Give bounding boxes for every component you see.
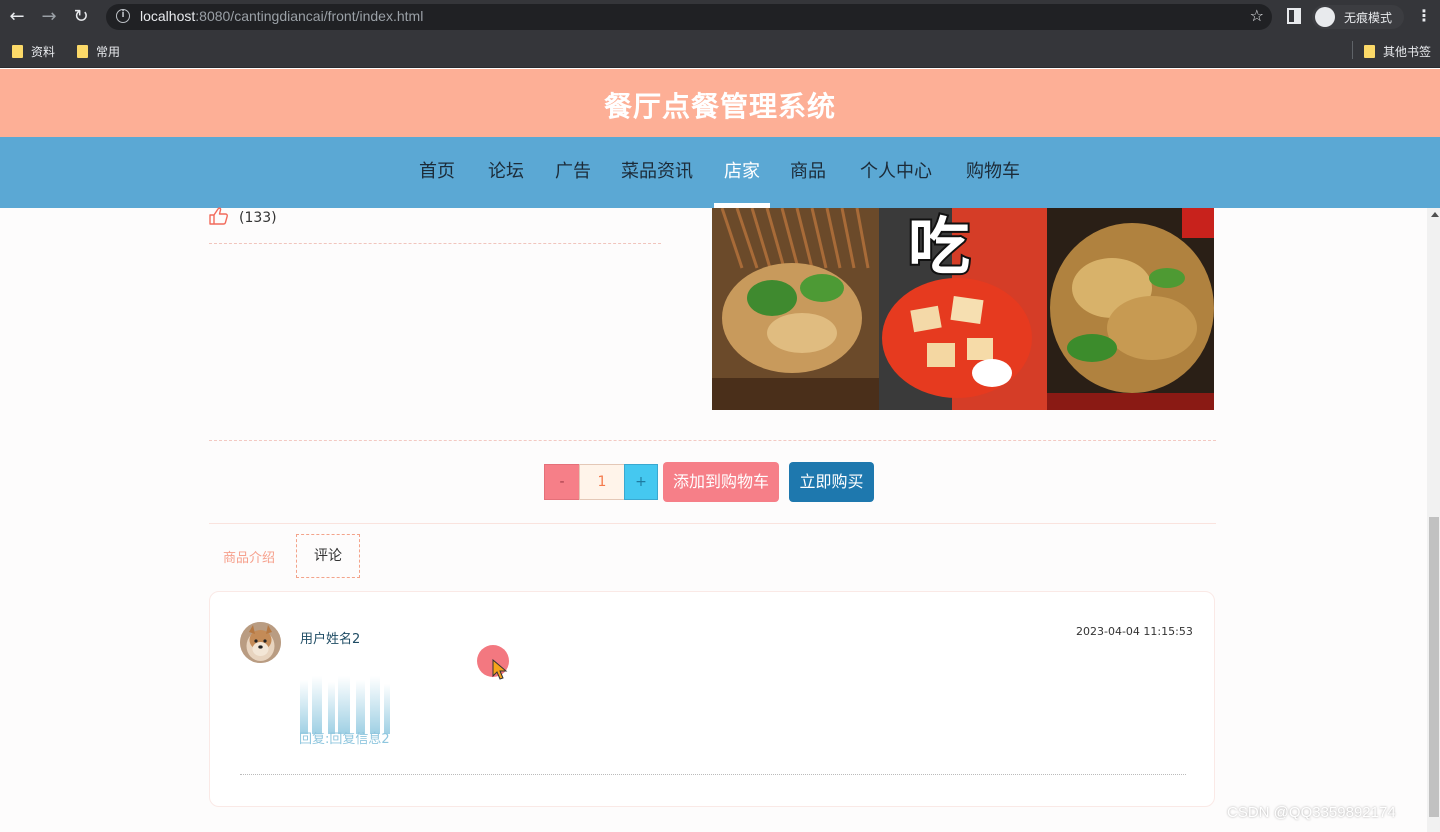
divider (209, 243, 661, 244)
scrollbar-thumb[interactable] (1429, 517, 1439, 817)
main-nav: 首页 论坛 广告 菜品资讯 店家 商品 个人中心 购物车 (0, 137, 1440, 208)
back-icon[interactable]: ← (6, 6, 28, 28)
quantity-increase-button[interactable]: + (624, 464, 658, 500)
thumbs-up-icon[interactable] (209, 207, 229, 225)
watermark: CSDN @QQ3359892174 (1227, 804, 1396, 821)
like-count: (133) (239, 210, 277, 226)
reload-icon[interactable]: ↻ (70, 6, 92, 28)
add-to-cart-button[interactable]: 添加到购物车 (663, 462, 779, 502)
nav-cart[interactable]: 购物车 (966, 157, 1020, 183)
bookmark-ziliao[interactable]: 资料 (12, 43, 55, 60)
bookmark-changyong[interactable]: 常用 (77, 43, 120, 60)
folder-icon (77, 45, 88, 58)
divider (209, 523, 1216, 524)
buy-now-button[interactable]: 立即购买 (789, 462, 874, 502)
divider (240, 774, 1186, 775)
review-timestamp: 2023-04-04 11:15:53 (1076, 625, 1193, 638)
scroll-up-icon[interactable] (1431, 212, 1439, 217)
bookmark-star-icon[interactable]: ☆ (1250, 6, 1264, 25)
nav-profile[interactable]: 个人中心 (860, 157, 932, 183)
incognito-icon (1315, 7, 1335, 27)
nav-dish-news[interactable]: 菜品资讯 (621, 157, 693, 183)
image-text: 吃 (908, 210, 970, 283)
avatar (240, 622, 281, 663)
site-title: 餐厅点餐管理系统 (603, 90, 836, 123)
browser-toolbar: ← → ↻ i localhost:8080/cantingdiancai/fr… (0, 0, 1440, 34)
mouse-cursor-icon (492, 659, 508, 680)
nav-ads[interactable]: 广告 (555, 157, 591, 183)
browser-menu-icon[interactable]: ⋮ (1416, 6, 1432, 25)
nav-forum[interactable]: 论坛 (488, 157, 524, 183)
nav-home[interactable]: 首页 (419, 157, 455, 183)
nav-shop[interactable]: 店家 (724, 157, 760, 183)
review-username: 用户姓名2 (300, 632, 361, 647)
folder-icon (1364, 45, 1375, 58)
incognito-label: 无痕模式 (1344, 11, 1393, 25)
review-reply: 回复:回复信息2 (299, 732, 390, 747)
forward-icon[interactable]: → (38, 6, 60, 28)
url-text[interactable]: localhost:8080/cantingdiancai/front/inde… (140, 8, 423, 24)
tab-reviews[interactable]: 评论 (296, 534, 360, 578)
nav-products[interactable]: 商品 (790, 157, 826, 183)
reply-image (300, 676, 390, 734)
site-header: 餐厅点餐管理系统 (0, 69, 1440, 137)
folder-icon (12, 45, 23, 58)
incognito-badge[interactable]: 无痕模式 (1312, 5, 1404, 29)
site-info-icon[interactable]: i (116, 9, 130, 23)
quantity-decrease-button[interactable]: - (544, 464, 580, 500)
bookmark-other[interactable]: 其他书签 (1364, 43, 1431, 60)
side-panel-icon[interactable] (1287, 8, 1301, 24)
product-image: 吃 (712, 208, 1214, 410)
divider (209, 440, 1216, 441)
address-bar[interactable]: i localhost:8080/cantingdiancai/front/in… (106, 4, 1272, 30)
bookmark-divider (1352, 41, 1353, 59)
bookmarks-bar: 资料 常用 其他书签 (0, 34, 1440, 68)
quantity-input[interactable]: 1 (579, 464, 625, 500)
tab-product-intro[interactable]: 商品介绍 (223, 547, 275, 566)
